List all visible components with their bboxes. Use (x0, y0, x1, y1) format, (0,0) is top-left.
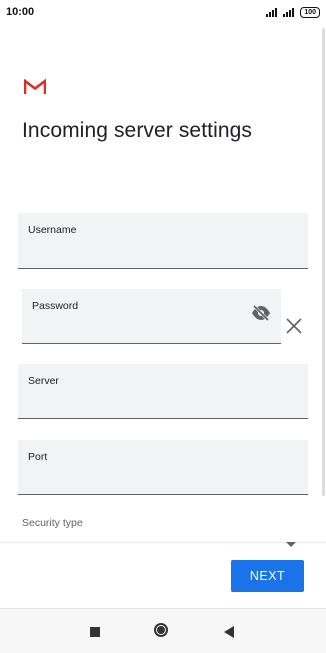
eye-off-icon[interactable] (251, 305, 271, 321)
port-field[interactable]: Port (18, 440, 308, 495)
chevron-down-icon[interactable] (286, 542, 296, 547)
username-label: Username (28, 224, 77, 236)
status-icons: 100 (266, 6, 320, 18)
home-icon[interactable] (154, 623, 168, 637)
navigation-bar (0, 608, 326, 653)
password-field[interactable]: Password (22, 289, 281, 344)
security-type-label: Security type (22, 517, 83, 529)
signal-icon (283, 7, 295, 17)
password-label: Password (32, 300, 79, 312)
port-label: Port (28, 451, 48, 463)
server-label: Server (28, 375, 59, 387)
signal-icon (266, 7, 278, 17)
close-icon[interactable] (285, 317, 303, 335)
recents-icon[interactable] (90, 627, 100, 637)
battery-icon: 100 (300, 6, 320, 18)
scrollbar[interactable] (322, 28, 325, 496)
gmail-logo (24, 79, 46, 94)
back-icon[interactable] (224, 626, 234, 638)
next-button[interactable]: NEXT (231, 560, 304, 592)
username-field[interactable]: Username (18, 213, 308, 269)
status-time: 10:00 (6, 6, 35, 18)
security-type-divider (0, 542, 326, 543)
server-field[interactable]: Server (18, 364, 308, 419)
status-bar: 10:00 100 (0, 0, 326, 24)
page-title: Incoming server settings (22, 119, 252, 142)
